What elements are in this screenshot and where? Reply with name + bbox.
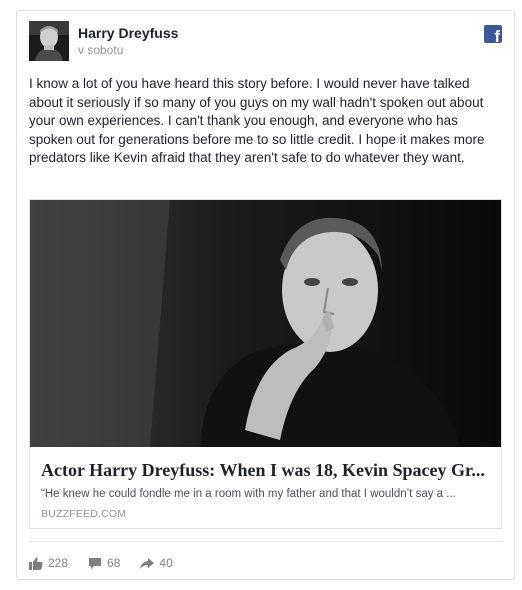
link-description: “He knew he could fondle me in a room wi…	[41, 488, 456, 500]
avatar-photo	[29, 21, 69, 61]
comment-count[interactable]: 68	[88, 556, 120, 570]
like-count-value: 228	[48, 556, 69, 570]
facebook-icon[interactable]: f	[484, 25, 502, 43]
divider	[29, 541, 502, 542]
share-count-value: 40	[159, 556, 173, 570]
thumbs-up-icon	[29, 557, 43, 570]
avatar[interactable]	[29, 21, 69, 61]
comment-count-value: 68	[107, 556, 121, 570]
post-timestamp[interactable]: v sobotu	[78, 43, 123, 57]
embedded-post-card: Harry Dreyfuss v sobotu f I know a lot o…	[16, 10, 515, 580]
post-stats: 228 68 40	[29, 554, 193, 572]
post-text: I know a lot of you have heard this stor…	[29, 76, 485, 165]
link-title[interactable]: Actor Harry Dreyfuss: When I was 18, Kev…	[41, 459, 496, 481]
share-count[interactable]: 40	[140, 556, 173, 570]
link-preview-image	[30, 200, 501, 447]
link-preview-card[interactable]: Actor Harry Dreyfuss: When I was 18, Kev…	[29, 199, 502, 529]
share-arrow-icon	[140, 557, 155, 569]
like-count[interactable]: 228	[29, 556, 68, 570]
author-name[interactable]: Harry Dreyfuss	[78, 25, 178, 41]
link-domain: BUZZFEED.COM	[41, 508, 127, 520]
comment-icon	[89, 557, 102, 569]
